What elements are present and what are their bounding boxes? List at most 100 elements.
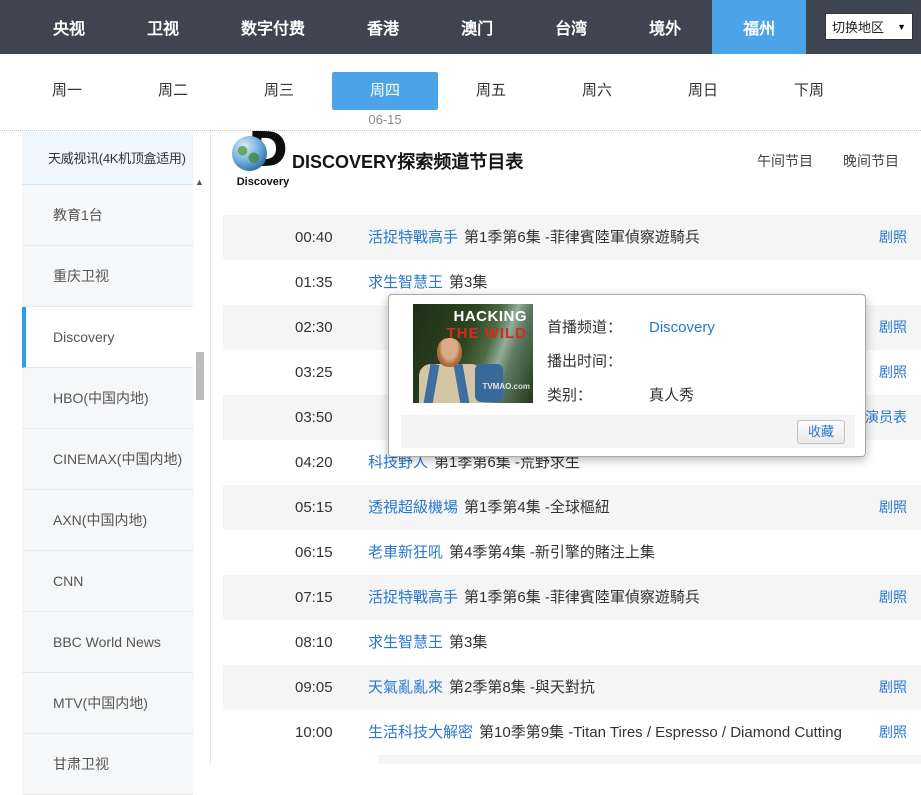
sidebar-item-AXN(中国内地)[interactable]: AXN(中国内地): [22, 490, 193, 551]
nav-tab-数字付费[interactable]: 数字付费: [210, 0, 336, 54]
program-time: 08:10: [295, 634, 333, 651]
program-cell: 天氣亂亂來 第2季第8集 -與天對抗: [368, 665, 595, 710]
sidebar-item-甘肃卫视[interactable]: 甘肃卫视: [22, 734, 193, 795]
day-tab-周四[interactable]: 周四: [332, 72, 438, 110]
program-episode: 第4季第4集 -新引擎的賭注上集: [449, 544, 655, 561]
channel-sidebar: 天威视讯(4K机顶盒适用) 教育1台 重庆卫视 Discovery HBO(中国内地)…: [22, 132, 193, 795]
program-episode: 第10季第9集 -Titan Tires / Espresso / Diamon…: [479, 724, 842, 741]
nav-tab-央视[interactable]: 央视: [22, 0, 116, 54]
popup-field-row: 类别： 真人秀: [547, 385, 715, 407]
top-nav-tabs: 央视 卫视 数字付费 香港 澳门 台湾 境外 福州: [22, 0, 807, 54]
program-row: 10:00 生活科技大解密 第10季第9集 -Titan Tires / Espre…: [223, 710, 921, 755]
popup-field-row: 播出时间：: [547, 351, 715, 373]
sidebar-item-BBC World News[interactable]: BBC World News: [22, 612, 193, 673]
poster-man-head: [437, 338, 462, 367]
program-cell: 活捉特戰高手 第1季第6集 -菲律賓陸軍偵察遊騎兵: [368, 575, 700, 620]
program-title-link[interactable]: 老車新狂吼: [368, 544, 443, 561]
top-navbar: 央视 卫视 数字付费 香港 澳门 台湾 境外 福州 切换地区 ▼: [0, 0, 921, 54]
sidebar-item-重庆卫视[interactable]: 重庆卫视: [22, 246, 193, 307]
popup-field-label: 类别：: [547, 387, 593, 404]
sidebar-provider-header[interactable]: 天威视讯(4K机顶盒适用): [22, 132, 193, 185]
program-time: 03:25: [295, 364, 333, 381]
header-link-noon[interactable]: 午间节目: [757, 151, 813, 171]
sidebar-item-CINEMAX(中国内地)[interactable]: CINEMAX(中国内地): [22, 429, 193, 490]
program-episode: 第3集: [449, 274, 488, 291]
program-cell: [368, 305, 374, 350]
nav-tab-卫视[interactable]: 卫视: [116, 0, 210, 54]
favorite-button[interactable]: 收藏: [796, 420, 845, 444]
sidebar-item-MTV(中国内地)[interactable]: MTV(中国内地): [22, 673, 193, 734]
discovery-channel-logo: D Discovery: [232, 122, 292, 188]
stills-link[interactable]: 剧照: [879, 665, 907, 710]
day-tab-周一[interactable]: 周一: [14, 72, 120, 110]
program-time: 01:35: [295, 274, 333, 291]
program-time: 00:40: [295, 229, 333, 246]
poster-title-line1: HACKING: [453, 308, 527, 325]
day-tab-周日[interactable]: 周日: [650, 72, 756, 110]
day-tab-bar: 周一 周二 周三 周四 周五 周六 周日 下周 06-15: [0, 54, 921, 131]
program-row: 05:15 透視超級機場 第1季第4集 -全球樞紐 剧照: [223, 485, 921, 530]
sidebar-item-教育1台[interactable]: 教育1台: [22, 185, 193, 246]
sidebar-item-CNN[interactable]: CNN: [22, 551, 193, 612]
popup-fields: 首播频道： Discovery 播出时间： 类别： 真人秀: [547, 317, 715, 419]
program-time: 04:20: [295, 454, 333, 471]
nav-tab-福州[interactable]: 福州: [712, 0, 807, 54]
program-cell: 透視超級機場 第1季第4集 -全球樞紐: [368, 485, 610, 530]
program-cell: 求生智慧王 第3集: [368, 620, 487, 665]
program-title-link[interactable]: 天氣亂亂來: [368, 679, 443, 696]
popup-field-value: 真人秀: [649, 387, 695, 404]
day-tabs: 周一 周二 周三 周四 周五 周六 周日 下周: [14, 72, 862, 110]
nav-tab-台湾[interactable]: 台湾: [524, 0, 618, 54]
stills-link[interactable]: 剧照: [879, 575, 907, 620]
program-title-link[interactable]: 活捉特戰高手: [368, 229, 458, 246]
stills-link[interactable]: 剧照: [879, 350, 907, 395]
page-title: DISCOVERY探索频道节目表: [292, 152, 524, 172]
program-cell: [368, 350, 374, 395]
stills-link[interactable]: 剧照: [879, 485, 907, 530]
program-row: 07:15 活捉特戰高手 第1季第6集 -菲律賓陸軍偵察遊騎兵 剧照: [223, 575, 921, 620]
nav-tab-境外[interactable]: 境外: [618, 0, 712, 54]
program-cell: 老車新狂吼 第4季第4集 -新引擎的賭注上集: [368, 530, 655, 575]
popup-field-row: 首播频道： Discovery: [547, 317, 715, 339]
program-info-popup: HACKING THE WILD TVMAO.com 首播频道： Discover…: [388, 294, 866, 457]
program-title-link[interactable]: 透視超級機場: [368, 499, 458, 516]
program-row: 09:05 天氣亂亂來 第2季第8集 -與天對抗 剧照: [223, 665, 921, 710]
stills-link[interactable]: 剧照: [879, 305, 907, 350]
program-title-link[interactable]: 活捉特戰高手: [368, 589, 458, 606]
day-tab-下周[interactable]: 下周: [756, 72, 862, 110]
day-tab-周五[interactable]: 周五: [438, 72, 544, 110]
header-link-night[interactable]: 晚间节目: [843, 151, 899, 171]
program-title-link[interactable]: 求生智慧王: [368, 634, 443, 651]
program-title-link[interactable]: 生活科技大解密: [368, 724, 473, 741]
poster-title-line2: THE WILD: [446, 325, 527, 342]
day-tab-周三[interactable]: 周三: [226, 72, 332, 110]
nav-tab-香港[interactable]: 香港: [336, 0, 430, 54]
program-poster[interactable]: HACKING THE WILD TVMAO.com: [413, 304, 533, 403]
program-cell: 活捉特戰高手 第1季第6集 -菲律賓陸軍偵察遊騎兵: [368, 215, 700, 260]
day-tab-周六[interactable]: 周六: [544, 72, 650, 110]
sidebar-scrollbar-thumb[interactable]: [196, 352, 204, 400]
program-time: 03:50: [295, 409, 333, 426]
day-tab-周二[interactable]: 周二: [120, 72, 226, 110]
stills-link[interactable]: 剧照: [879, 215, 907, 260]
program-cell: [368, 395, 374, 440]
nav-tab-澳门[interactable]: 澳门: [430, 0, 524, 54]
sidebar-item-Discovery[interactable]: Discovery: [22, 307, 193, 368]
region-select[interactable]: 切换地区 ▼: [825, 13, 913, 40]
program-row: 08:10 求生智慧王 第3集: [223, 620, 921, 665]
channel-list: 教育1台 重庆卫视 Discovery HBO(中国内地) CINEMAX(中国内地) A…: [22, 185, 193, 795]
popup-channel-link[interactable]: Discovery: [649, 319, 715, 336]
stills-link[interactable]: 剧照: [879, 710, 907, 755]
scroll-up-icon[interactable]: ▲: [195, 177, 204, 187]
stills-link[interactable]: 演员表: [865, 395, 907, 440]
program-time: 10:00: [295, 724, 333, 741]
program-episode: 第3集: [449, 634, 488, 651]
logo-wordmark: Discovery: [236, 176, 290, 188]
vertical-divider: [210, 131, 211, 764]
program-title-link[interactable]: 求生智慧王: [368, 274, 443, 291]
sidebar-item-HBO(中国内地)[interactable]: HBO(中国内地): [22, 368, 193, 429]
active-day-date: 06-15: [368, 112, 402, 127]
dropdown-arrow-icon: ▼: [897, 21, 906, 32]
globe-icon: [232, 136, 267, 171]
program-time: 09:05: [295, 679, 333, 696]
